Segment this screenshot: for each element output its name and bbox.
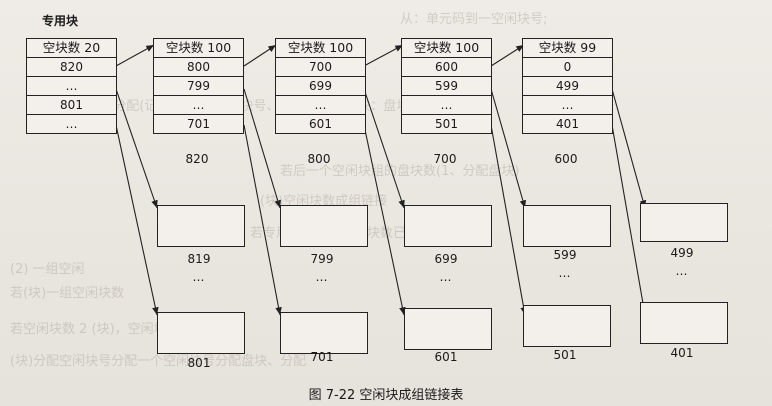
table-cell: 401 [556,117,579,131]
group-table-4: 空块数 99 0 499 … 401 [522,38,613,134]
disk-block-box [640,203,728,242]
disk-block-label: 601 [434,350,458,364]
disk-block-box [404,205,492,247]
ellipsis: … [439,270,453,284]
group-block-number: 800 [307,152,331,166]
table-cell: 499 [523,77,612,96]
disk-block-box [404,308,492,350]
group-block-number: 600 [554,152,578,166]
group-table-2: 空块数 100 700 699 … 601 [275,38,366,134]
table-cell: 800 [154,58,243,77]
table-header: 空块数 99 [523,39,612,58]
ellipsis: … [558,266,572,280]
ellipsis: … [192,270,206,284]
disk-block-box [280,312,368,354]
disk-block-label: 599 [553,248,577,262]
table-cell: … [276,96,365,115]
ellipsis: … [675,264,689,278]
link-arrow [490,88,527,209]
table-cell: 0 [523,58,612,77]
disk-block-label: 701 [310,350,334,364]
group-table-3: 空块数 100 600 599 … 501 [401,38,492,134]
table-header: 空块数 100 [276,39,365,58]
disk-block-label: 819 [187,252,211,266]
disk-block-box [523,305,611,347]
disk-block-label: 801 [187,356,211,370]
disk-block-box [157,312,245,354]
table-cell: 701 [187,117,210,131]
table-header: 空块数 20 [27,39,116,58]
disk-block-label: 699 [434,252,458,266]
link-arrow [363,88,405,209]
table-cell: … [27,77,116,96]
table-cell: 600 [402,58,491,77]
table-cell: … [402,96,491,115]
link-arrow [363,44,404,67]
disk-block-box [523,205,611,247]
link-arrow [363,124,406,316]
table-header: 空块数 100 [402,39,491,58]
disk-block-box [640,302,728,344]
link-arrow [243,44,277,67]
table-cell: 501 [435,117,458,131]
disk-block-box [157,205,245,247]
table-cell: … [523,96,612,115]
table-cell: 601 [309,117,332,131]
table-header: 空块数 100 [154,39,243,58]
link-arrow [611,88,647,209]
group-block-number: 700 [433,152,457,166]
disk-block-label: 401 [670,346,694,360]
disk-block-label: 501 [553,348,577,362]
group-table-1: 空块数 100 800 799 … 701 [153,38,244,134]
table-cell: 801 [27,96,116,115]
link-arrow [490,124,527,316]
disk-block-box [280,205,368,247]
table-cell: 700 [276,58,365,77]
disk-block-label: 799 [310,252,334,266]
group-block-number: 820 [185,152,209,166]
figure-caption: 图 7-22 空闲块成组链接表 [308,388,464,403]
table-cell: 599 [402,77,491,96]
special-block-label: 专用块 [42,14,79,28]
link-arrow [490,44,525,67]
ellipsis: … [315,270,329,284]
table-cell: … [154,96,243,115]
table-cell: 699 [276,77,365,96]
table-cell: 799 [154,77,243,96]
link-arrow [115,44,155,67]
table-cell: 820 [27,58,116,77]
disk-block-label: 499 [670,246,694,260]
link-arrow [115,88,158,209]
link-arrow [243,124,282,316]
special-block-table: 空块数 20 820 … 801 … [26,38,117,134]
table-cell: … [65,117,78,131]
link-arrow [115,124,159,316]
